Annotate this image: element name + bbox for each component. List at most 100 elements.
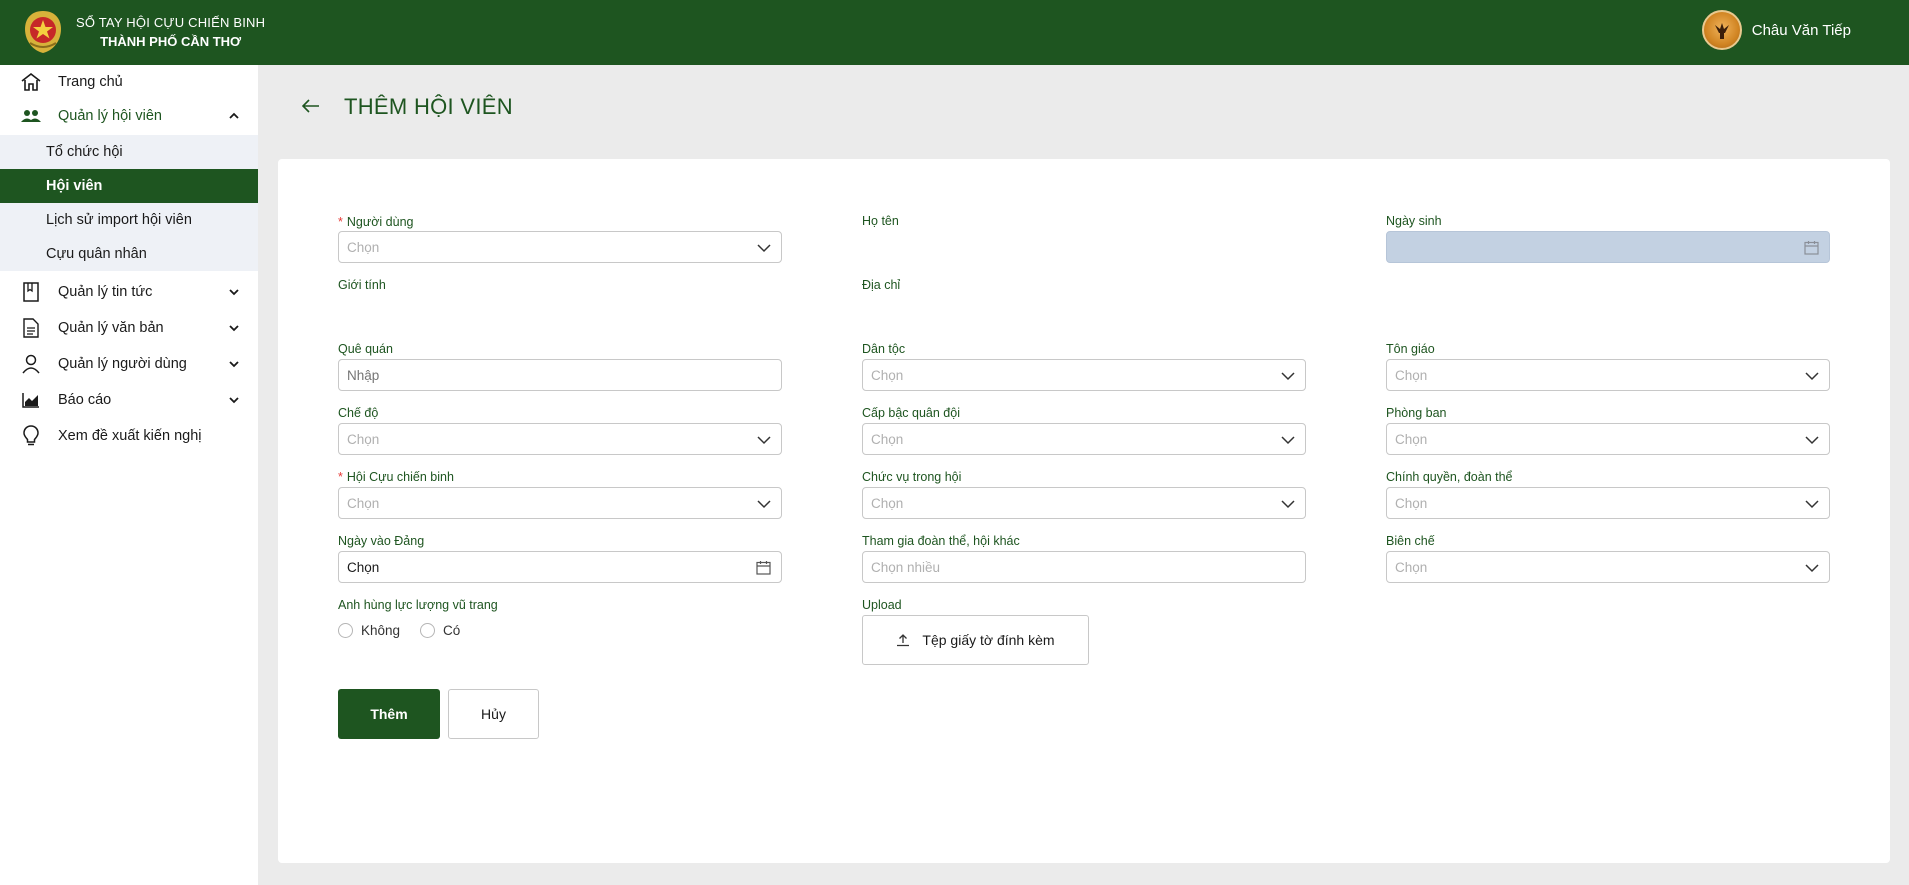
sidebar-subitem-label: Tổ chức hội — [46, 144, 123, 160]
chevron-down-icon — [757, 244, 771, 253]
label-tham-gia: Tham gia đoàn thể, hội khác — [862, 534, 1020, 548]
label-dia-chi: Địa chỉ — [862, 278, 901, 292]
select-chinh-quyen[interactable]: Chọn — [1386, 487, 1830, 519]
page-title: THÊM HỘI VIÊN — [344, 94, 513, 119]
sidebar-item-home[interactable]: Trang chủ — [0, 65, 258, 99]
input-que-quan[interactable] — [338, 359, 782, 391]
select-hoi-ccb[interactable]: Chọn — [338, 487, 782, 519]
upload-button-label: Tệp giấy tờ đính kèm — [922, 632, 1055, 648]
home-icon — [20, 71, 42, 93]
back-arrow-icon[interactable] — [300, 95, 322, 117]
select-che-do[interactable]: Chọn — [338, 423, 782, 455]
submit-button[interactable]: Thêm — [338, 689, 440, 739]
sidebar-item-label: Quản lý hội viên — [58, 108, 162, 124]
book-icon — [20, 281, 42, 303]
radio-label-khong[interactable]: Không — [361, 623, 400, 638]
select-dan-toc[interactable]: Chọn — [862, 359, 1306, 391]
date-value: Chọn — [347, 559, 380, 575]
chevron-up-icon[interactable] — [228, 110, 240, 122]
select-nguoi-dung[interactable]: Chọn — [338, 231, 782, 263]
sidebar-item-label: Quản lý văn bản — [58, 320, 164, 336]
chevron-down-icon[interactable] — [228, 322, 240, 334]
sidebar-item-label: Quản lý tin tức — [58, 284, 153, 300]
user-name[interactable]: Châu Văn Tiếp — [1752, 22, 1851, 39]
select-placeholder: Chọn nhiều — [871, 559, 941, 575]
label-anh-hung: Anh hùng lực lượng vũ trang — [338, 598, 498, 612]
label-bien-che: Biên chế — [1386, 534, 1435, 548]
label-ngay-sinh: Ngày sinh — [1386, 214, 1442, 228]
sidebar-item-documents[interactable]: Quản lý văn bản — [0, 311, 258, 345]
radio-label-co[interactable]: Có — [443, 623, 460, 638]
required-marker: * — [338, 215, 343, 229]
radio-co[interactable] — [420, 623, 436, 638]
chevron-down-icon — [757, 500, 771, 509]
multiselect-tham-gia[interactable]: Chọn nhiều — [862, 551, 1306, 583]
sidebar-item-news[interactable]: Quản lý tin tức — [0, 275, 258, 309]
sidebar-item-reports[interactable]: Báo cáo — [0, 383, 258, 417]
chevron-down-icon — [1805, 372, 1819, 381]
select-placeholder: Chọn — [1395, 367, 1428, 383]
radio-group-anh-hung: Không Có — [338, 623, 460, 638]
select-phong-ban[interactable]: Chọn — [1386, 423, 1830, 455]
upload-attachment-button[interactable]: Tệp giấy tờ đính kèm — [862, 615, 1089, 665]
chevron-down-icon[interactable] — [228, 358, 240, 370]
chevron-down-icon — [1805, 436, 1819, 445]
user-menu[interactable]: Châu Văn Tiếp — [1701, 10, 1851, 50]
label-chinh-quyen: Chính quyền, đoàn thể — [1386, 470, 1513, 484]
select-placeholder: Chọn — [871, 495, 904, 511]
users-icon — [20, 105, 42, 127]
label-phong-ban: Phòng ban — [1386, 406, 1447, 420]
calendar-icon — [1804, 241, 1819, 255]
chevron-down-icon — [1805, 500, 1819, 509]
sidebar-item-label: Xem đề xuất kiến nghị — [58, 428, 202, 444]
sidebar-subitem-veterans[interactable]: Cựu quân nhân — [0, 237, 258, 271]
logo-emblem-icon[interactable] — [22, 9, 64, 55]
radio-khong[interactable] — [338, 623, 353, 638]
select-ton-giao[interactable]: Chọn — [1386, 359, 1830, 391]
select-placeholder: Chọn — [1395, 559, 1428, 575]
sidebar-subitem-members[interactable]: Hội viên — [0, 169, 258, 203]
sidebar-item-members[interactable]: Quản lý hội viên — [0, 99, 258, 133]
brand-title: SỔ TAY HỘI CỰU CHIẾN BINH THÀNH PHỐ CẦN … — [76, 13, 265, 51]
brand-line2: THÀNH PHỐ CẦN THƠ — [100, 34, 242, 49]
date-ngay-vao-dang[interactable]: Chọn — [338, 551, 782, 583]
chevron-down-icon — [1281, 500, 1295, 509]
page-header: THÊM HỘI VIÊN — [300, 94, 513, 119]
label-que-quan: Quê quán — [338, 342, 393, 356]
calendar-icon[interactable] — [756, 560, 771, 575]
label-cap-bac: Cấp bậc quân đội — [862, 406, 960, 420]
label-hoi-ccb: * Hội Cựu chiến binh — [338, 470, 454, 484]
sidebar-item-label: Trang chủ — [58, 74, 123, 90]
sidebar-subitem-label: Cựu quân nhân — [46, 246, 147, 262]
sidebar-item-users[interactable]: Quản lý người dùng — [0, 347, 258, 381]
select-placeholder: Chọn — [1395, 495, 1428, 511]
cancel-button[interactable]: Hủy — [448, 689, 539, 739]
label-gioi-tinh: Giới tính — [338, 278, 386, 292]
label-ngay-vao-dang: Ngày vào Đảng — [338, 534, 425, 548]
app-header: SỔ TAY HỘI CỰU CHIẾN BINH THÀNH PHỐ CẦN … — [0, 0, 1909, 65]
label-ton-giao: Tôn giáo — [1386, 342, 1435, 356]
chevron-down-icon[interactable] — [228, 394, 240, 406]
sidebar-item-label: Quản lý người dùng — [58, 356, 187, 372]
sidebar-subitem-import-history[interactable]: Lịch sử import hội viên — [0, 203, 258, 237]
select-placeholder: Chọn — [347, 495, 380, 511]
sidebar: Trang chủ Quản lý hội viên Tổ chức hội H… — [0, 65, 258, 885]
sidebar-subitem-organization[interactable]: Tổ chức hội — [0, 135, 258, 169]
lightbulb-icon — [20, 425, 42, 447]
label-che-do: Chế độ — [338, 406, 379, 420]
avatar[interactable] — [1701, 10, 1742, 50]
user-icon — [20, 353, 42, 375]
date-ngay-sinh — [1386, 231, 1830, 263]
chevron-down-icon — [1281, 372, 1295, 381]
select-chuc-vu[interactable]: Chọn — [862, 487, 1306, 519]
label-dan-toc: Dân tộc — [862, 342, 906, 356]
select-cap-bac[interactable]: Chọn — [862, 423, 1306, 455]
label-upload: Upload — [862, 598, 902, 612]
chevron-down-icon[interactable] — [228, 286, 240, 298]
select-placeholder: Chọn — [871, 431, 904, 447]
select-placeholder: Chọn — [347, 239, 380, 255]
sidebar-item-suggestions[interactable]: Xem đề xuất kiến nghị — [0, 419, 258, 453]
brand-line1: SỔ TAY HỘI CỰU CHIẾN BINH — [76, 15, 266, 30]
select-bien-che[interactable]: Chọn — [1386, 551, 1830, 583]
chevron-down-icon — [1281, 436, 1295, 445]
